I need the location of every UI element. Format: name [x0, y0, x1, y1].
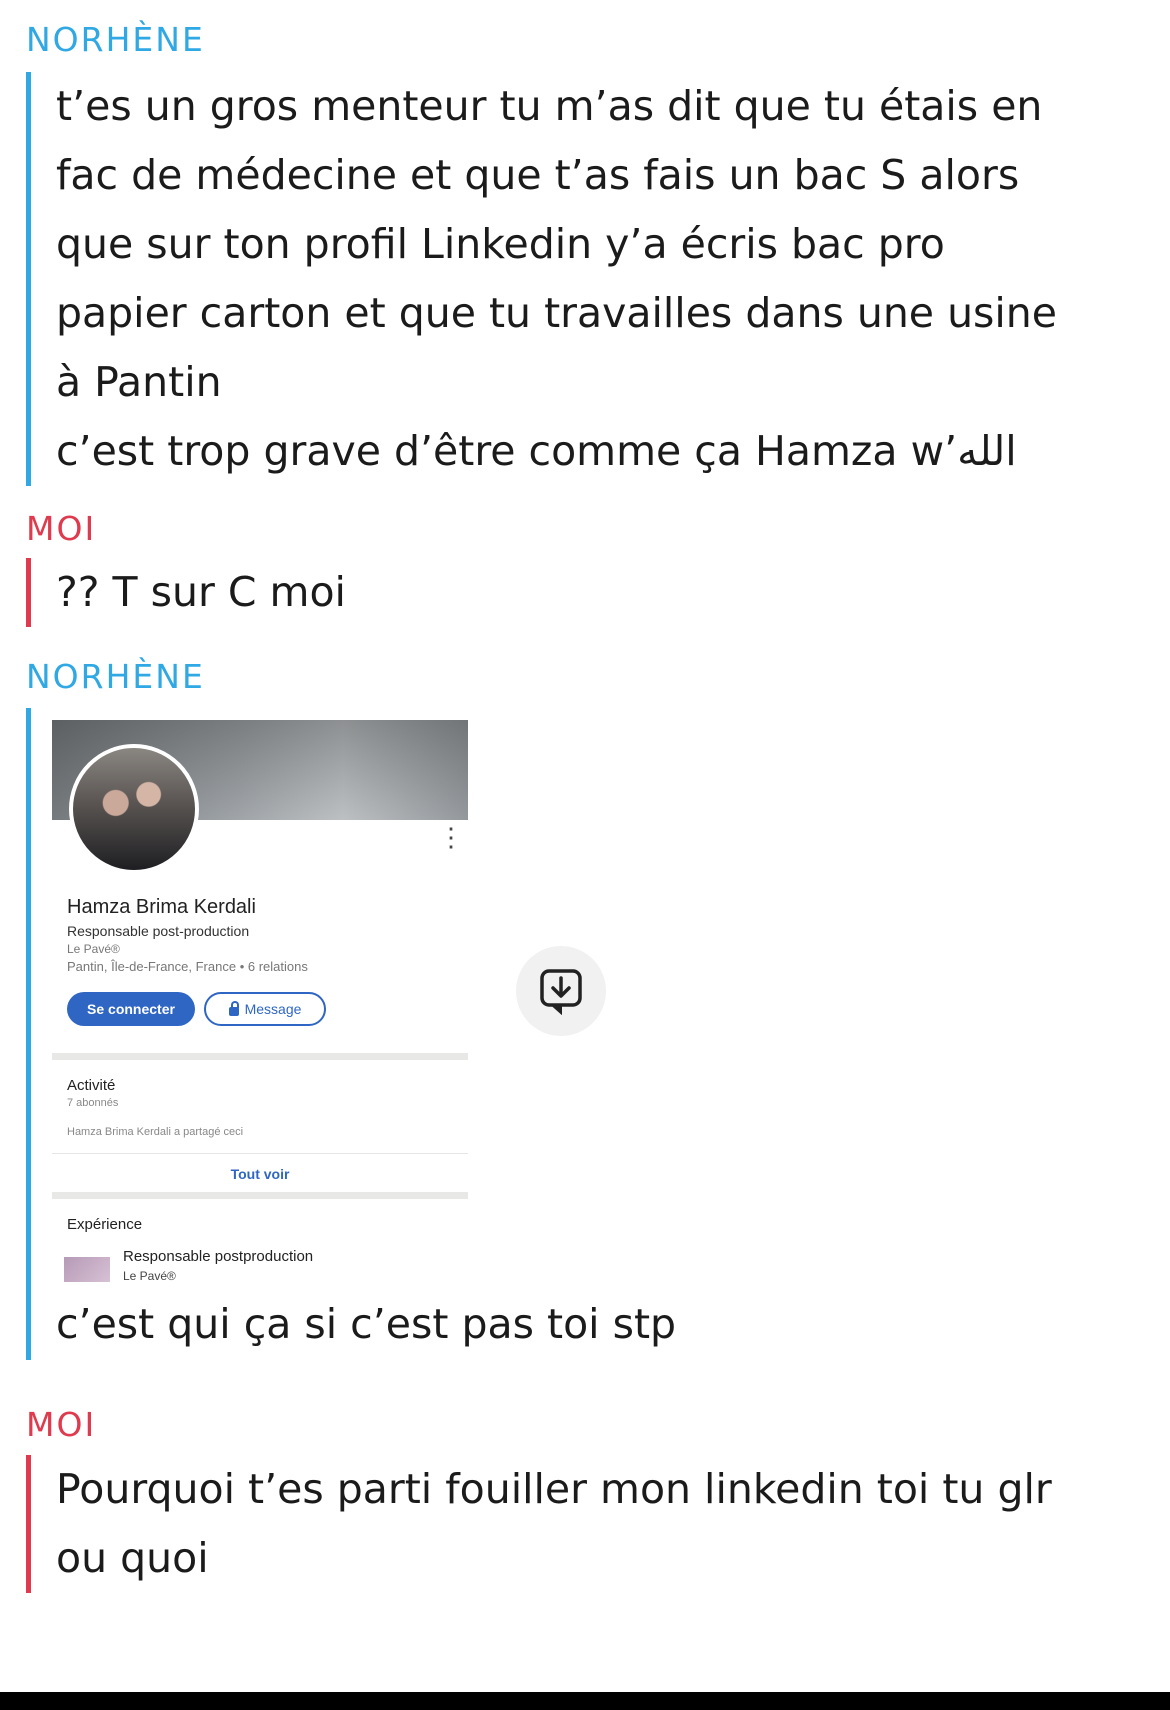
activity-item: Hamza Brima Kerdali a partagé ceci	[67, 1126, 244, 1138]
message-block: ?? T sur C moi	[26, 558, 346, 627]
company-logo	[64, 1257, 110, 1282]
more-vertical-icon: ⋮	[438, 822, 464, 852]
connect-button: Se connecter	[67, 992, 195, 1026]
message-line: ou quoi	[56, 1534, 209, 1582]
experience-role: Responsable postproduction	[123, 1248, 314, 1265]
divider	[52, 1153, 468, 1154]
sender-name-norhene: NORHÈNE	[26, 20, 205, 59]
message-line: papier carton et que tu travailles dans …	[56, 289, 1058, 337]
linkedin-screenshot[interactable]: ⋮ Hamza Brima Kerdali Responsable post-p…	[52, 720, 468, 1282]
save-button[interactable]	[516, 946, 606, 1036]
message-block: t’es un gros menteur tu m’as dit que tu …	[26, 72, 1057, 486]
message-line: fac de médecine et que t’as fais un bac …	[56, 151, 1020, 199]
message-line: c’est trop grave d’être comme ça Hamza w…	[56, 427, 1017, 475]
profile-company: Le Pavé®	[67, 942, 120, 956]
profile-name: Hamza Brima Kerdali	[67, 896, 256, 918]
sender-name-norhene: NORHÈNE	[26, 657, 205, 696]
profile-headline: Responsable post-production	[67, 923, 250, 939]
experience-company: Le Pavé®	[123, 1269, 176, 1282]
section-divider	[52, 1192, 468, 1199]
message-caption-block: c’est qui ça si c’est pas toi stp	[26, 1290, 676, 1359]
message-button-label: Message	[244, 1001, 302, 1017]
profile-location: Pantin, Île-de-France, France • 6 relati…	[67, 959, 308, 974]
sender-name-moi: MOI	[26, 509, 97, 548]
see-all-link: Tout voir	[230, 1166, 290, 1182]
experience-title: Expérience	[67, 1216, 143, 1233]
lock-icon	[228, 1000, 239, 1016]
message-block: Pourquoi t’es parti fouiller mon linkedi…	[26, 1455, 1052, 1593]
sender-name-moi: MOI	[26, 1405, 97, 1444]
section-divider	[52, 1053, 468, 1060]
save-download-icon	[540, 969, 582, 1015]
message-line: à Pantin	[56, 358, 222, 406]
avatar	[69, 744, 199, 874]
activity-title: Activité	[67, 1077, 116, 1094]
message-line: Pourquoi t’es parti fouiller mon linkedi…	[56, 1465, 1052, 1513]
bottom-bar	[0, 1692, 1170, 1710]
followers-count: 7 abonnés	[67, 1097, 119, 1109]
message-line: c’est qui ça si c’est pas toi stp	[56, 1300, 677, 1348]
message-button: Message	[204, 992, 326, 1026]
message-line: t’es un gros menteur tu m’as dit que tu …	[56, 82, 1043, 130]
message-line: que sur ton profil Linkedin y’a écris ba…	[56, 220, 945, 268]
message-line: ?? T sur C moi	[56, 568, 346, 616]
